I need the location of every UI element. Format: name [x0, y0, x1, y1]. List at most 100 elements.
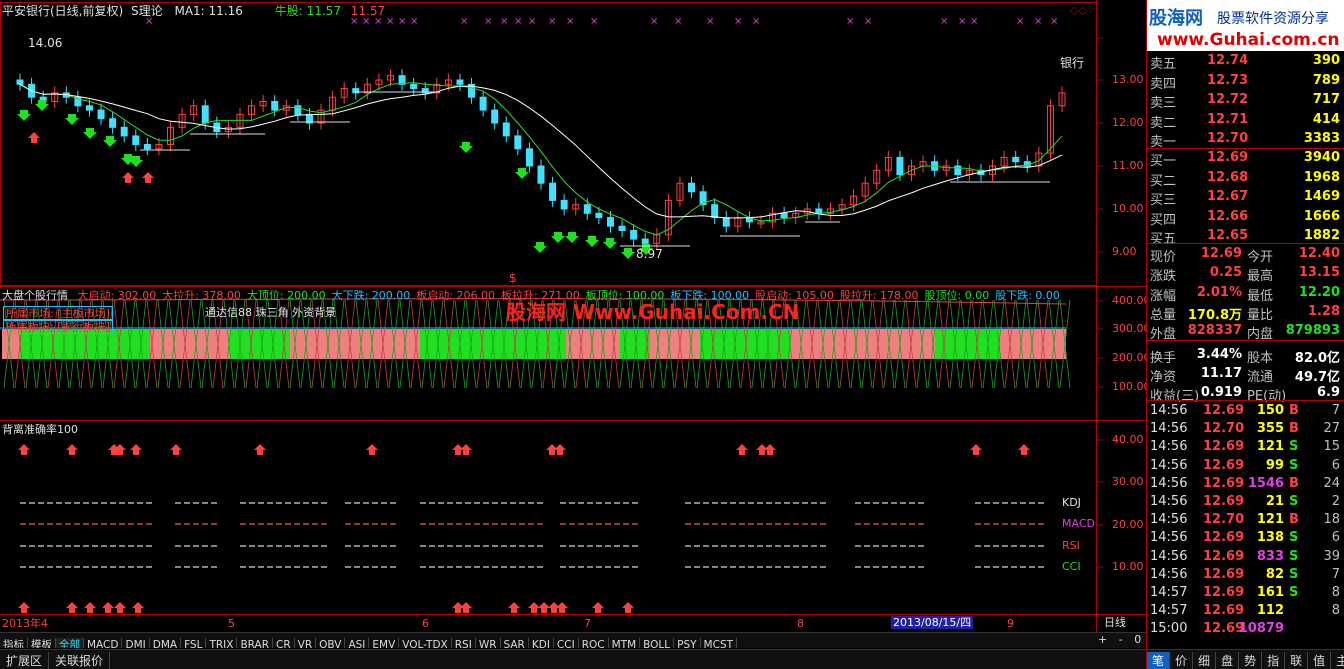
- x-marker: ×: [590, 16, 598, 27]
- indicator-tab-bar: 指标 模板 全部 MACD DMI DMA FSL TRIX BRAR CR VR OBV ASI EMV…: [0, 632, 1146, 648]
- indicator-tab[interactable]: EMV: [369, 638, 400, 648]
- up-arrow-icon: [508, 602, 520, 613]
- ask-volume: 717: [1312, 92, 1340, 107]
- candle: [456, 73, 464, 91]
- bottom-tab[interactable]: 扩展区: [0, 652, 50, 669]
- indicator-tab[interactable]: BRAR: [237, 638, 273, 648]
- ask-price: 12.70: [1207, 131, 1249, 146]
- indicator-tab[interactable]: TRIX: [206, 638, 238, 648]
- candle: [109, 112, 117, 134]
- bid-label: 买四: [1150, 212, 1177, 228]
- tick-row: 14:56 12.69 99 S 6: [1147, 457, 1344, 475]
- zoom-out-button[interactable]: -: [1119, 633, 1123, 646]
- bid-volume: 3940: [1303, 150, 1340, 165]
- candle: [433, 77, 441, 100]
- stat-value: 49.7亿: [1294, 369, 1340, 385]
- up-arrow-icon: [622, 602, 634, 613]
- panel2-stat: 大拉升: 378.00: [162, 289, 241, 302]
- price-tick-label: 9.00: [1112, 245, 1137, 258]
- indicator-tab[interactable]: 指标: [0, 638, 28, 648]
- panel2-axis-label: 400.00: [1112, 294, 1151, 307]
- indicator-tab[interactable]: MACD: [84, 638, 123, 648]
- quote-tab[interactable]: 联: [1285, 652, 1309, 669]
- indicator-tab[interactable]: ROC: [579, 638, 609, 648]
- candle: [769, 206, 777, 229]
- candle: [549, 176, 557, 207]
- period-label[interactable]: 日线: [1104, 616, 1126, 629]
- indicator-tab[interactable]: RSI: [452, 638, 476, 648]
- candle: [630, 224, 638, 246]
- quote-tab[interactable]: 主: [1331, 652, 1344, 669]
- candle: [340, 82, 348, 104]
- indicator-tab[interactable]: 全部: [56, 638, 84, 648]
- up-arrow-icon: [130, 444, 142, 455]
- indicator-tab[interactable]: SAR: [501, 638, 529, 648]
- panel2-stat: 大下跌: 200.00: [331, 289, 411, 302]
- indicator-tab[interactable]: CR: [273, 638, 295, 648]
- tick-side: S: [1289, 585, 1299, 600]
- candle: [1035, 146, 1043, 173]
- ask-row: 卖一 12.70 3383: [1147, 130, 1344, 150]
- watermark: 股海网 Www.Guhai.Com.CN: [506, 300, 800, 324]
- stat-value: 12.40: [1298, 246, 1340, 261]
- indicator-tab[interactable]: CCI: [554, 638, 579, 648]
- quote-tab[interactable]: 势: [1239, 652, 1263, 669]
- stat-label: 涨幅: [1150, 288, 1177, 304]
- quote-tab[interactable]: 细: [1193, 652, 1217, 669]
- indicator-tab[interactable]: ASI: [345, 638, 370, 648]
- indicator-tab[interactable]: OBV: [316, 638, 346, 648]
- x-marker: ×: [410, 16, 418, 27]
- indicator-tab[interactable]: WR: [476, 638, 501, 648]
- indicator-tab[interactable]: KDJ: [529, 638, 554, 648]
- zoom-in-button[interactable]: +: [1098, 633, 1107, 646]
- tick-count: 8: [1331, 585, 1340, 600]
- ask-price: 12.74: [1207, 53, 1249, 68]
- tick-time: 14:56: [1150, 548, 1188, 564]
- indicator-tab[interactable]: VR: [295, 638, 317, 648]
- quote-bottom-tabs: 笔价细盘势指联值主: [1147, 649, 1344, 669]
- candle: [294, 99, 302, 121]
- candle: [537, 159, 545, 190]
- logo-brand: 股海网: [1149, 8, 1203, 29]
- indicator-tab[interactable]: MCST: [701, 638, 738, 648]
- candle: [97, 103, 105, 126]
- indicator-tab[interactable]: VOL-TDX: [399, 638, 452, 648]
- tick-price: 12.69: [1203, 475, 1245, 491]
- indicator-tab[interactable]: DMA: [150, 638, 182, 648]
- indicator-tab[interactable]: PSY: [674, 638, 701, 648]
- candle: [676, 176, 684, 207]
- quote-tab[interactable]: 笔: [1147, 652, 1171, 669]
- indicator-tab[interactable]: FSL: [181, 638, 207, 648]
- indicator-tab[interactable]: DMI: [122, 638, 150, 648]
- tick-side: B: [1289, 512, 1299, 528]
- diamond-icon[interactable]: ◇◇: [1070, 4, 1087, 17]
- indicator-tab[interactable]: 模板: [28, 638, 56, 648]
- up-arrow-icon: [460, 444, 472, 455]
- up-arrow-icon: [538, 602, 550, 613]
- bid-label: 买二: [1150, 173, 1177, 189]
- stat-label: 流通: [1247, 369, 1274, 385]
- bid-row: 买一 12.69 3940: [1147, 149, 1344, 169]
- candle: [780, 206, 788, 225]
- candle: [468, 77, 476, 104]
- dollar-marker: $: [509, 271, 517, 285]
- high-price-label: 14.06: [28, 36, 63, 50]
- quote-tab[interactable]: 值: [1308, 652, 1332, 669]
- stat-label: 涨跌: [1150, 269, 1177, 285]
- quote-tab[interactable]: 盘: [1216, 652, 1240, 669]
- indicator-tab[interactable]: BOLL: [640, 638, 675, 648]
- tick-side: S: [1289, 439, 1299, 455]
- tick-price: 12.69: [1203, 603, 1245, 619]
- tick-count: 18: [1323, 512, 1340, 528]
- quote-tab[interactable]: 指: [1262, 652, 1286, 669]
- panel2-stat: 板启动: 206.00: [416, 289, 496, 302]
- bottom-tab[interactable]: 关联报价: [49, 652, 111, 669]
- up-arrow-icon: [18, 602, 30, 613]
- stat-label: 今开: [1247, 250, 1274, 265]
- quote-tab[interactable]: 价: [1170, 652, 1194, 669]
- up-arrow-icon: [556, 602, 568, 613]
- quote-panel: 股海网 股票软件资源分享 www.Guhai.com.cn 卖五 12.74 390…: [1146, 0, 1344, 669]
- bid-label: 买一: [1150, 154, 1177, 169]
- indicator-tab[interactable]: MTM: [609, 638, 641, 648]
- x-marker: ×: [528, 16, 536, 27]
